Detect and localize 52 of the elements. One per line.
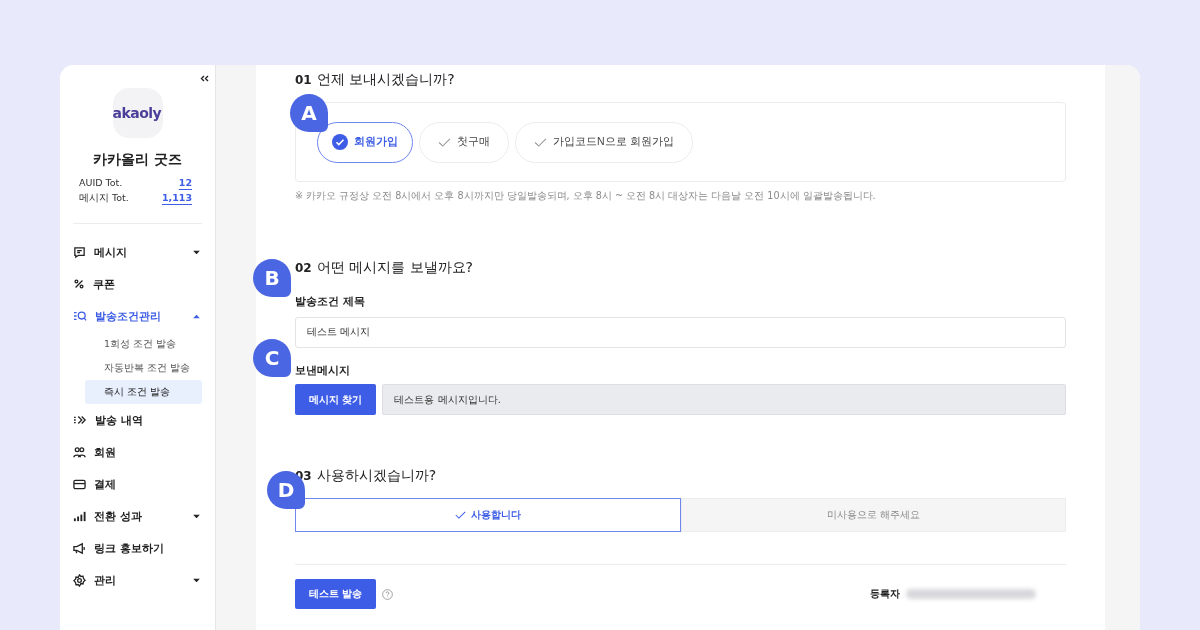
nav-icon [73,245,86,259]
step-badge: A [290,94,328,132]
submenu-item[interactable]: 1회성 조건 발송 [85,332,202,356]
nav-icon [73,477,86,491]
nav-item[interactable]: 쿠폰 [73,268,202,300]
nav-item[interactable]: 관리 [73,564,202,596]
check-icon [454,511,466,519]
step-title: 어떤 메시지를 보낼까요? [316,259,474,277]
stat-value-link[interactable]: 1,113 [161,192,192,205]
nav-item[interactable]: 발송 내역 [73,404,202,436]
find-message-button[interactable]: 메시지 찾기 [295,384,377,415]
nav-icon [73,541,86,555]
step-number: 01 [295,73,312,87]
nav-icon [73,573,86,587]
step-title: 언제 보내시겠습니까? [316,71,455,89]
shop-name: 카카올리 굿즈 [92,151,183,169]
nav-icon [73,278,85,290]
nav-icon [73,414,87,426]
nav-item[interactable]: 발송조건관리 [73,300,202,332]
step-badge: C [253,339,291,377]
nav-item[interactable]: 회원 [73,436,202,468]
step-number: 02 [295,261,312,275]
check-icon [438,137,451,147]
nav-item[interactable]: 링크 홍보하기 [73,532,202,564]
check-icon [534,137,547,147]
check-circle-icon [332,134,348,150]
submenu-item[interactable]: 즉시 조건 발송 [85,380,202,404]
toggle-option[interactable]: 사용합니다 [295,498,681,532]
nav-item[interactable]: 메시지 [73,236,202,268]
test-send-button[interactable]: 테스트 발송 [295,579,377,609]
field-label: 발송조건 제목 [295,295,366,309]
option-pill[interactable]: 가입코드N으로 회원가입 [515,121,693,163]
field-label: 보낸메시지 [295,364,351,378]
step-title: 사용하시겠습니까? [316,467,437,485]
title-input-field[interactable]: 테스트 메시지 [295,317,1066,348]
nav-item[interactable]: 전환 성과 [73,500,202,532]
stat-label: AUID Tot. [79,177,123,188]
submenu-item[interactable]: 자동반복 조건 발송 [85,356,202,380]
nav-icon [73,509,86,523]
stat-value-link[interactable]: 12 [178,177,192,188]
nav-item[interactable]: 결제 [73,468,202,500]
stat-label: 메시지 Tot. [79,192,129,205]
notice-text: ※ 카카오 규정상 오전 8시에서 오후 8시까지만 당일발송되며, 오후 8시 ~ 오전 8시 대상자는 다음날 오전 10시에 일괄발송됩니다. [295,190,877,203]
toggle-option[interactable]: 미사용으로 해주세요 [680,498,1066,532]
option-pill[interactable]: 회원가입 [317,121,413,163]
nav-icon [73,310,87,322]
shop-logo: akaoly [112,88,163,138]
nav-icon [73,445,86,459]
registrant-label: 등록자 [870,587,900,601]
step-badge: B [253,259,291,297]
option-pill[interactable]: 첫구매 [419,121,509,163]
message-field: 테스트용 메시지입니다. [382,384,1066,415]
